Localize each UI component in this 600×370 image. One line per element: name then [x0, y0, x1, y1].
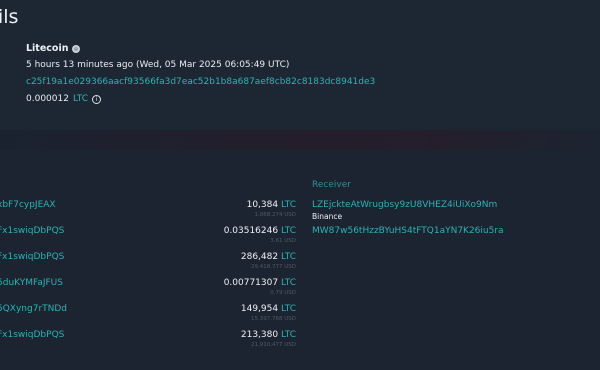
input-amount: 0.03516246 [223, 226, 279, 236]
receiver-address-link[interactable]: MW87w56tHzzBYuHS4tFTQ1aYN7K26iu5ra [312, 226, 504, 236]
sender-address-link[interactable]: 5QXyng7rTNDd [0, 304, 67, 314]
sender-address-link[interactable]: Fx1swiqDbPQS [0, 252, 64, 262]
input-value: 286,482 LTC 29,418,777 USD [241, 252, 296, 270]
input-unit: LTC [280, 200, 296, 210]
input-amount: 10,384 [246, 200, 279, 210]
coin-row: Litecoin [26, 43, 81, 54]
fee-unit: LTC [72, 94, 88, 104]
receiver-column-header: Receiver [312, 180, 351, 190]
sender-address-link[interactable]: 5duKYMFaJFUS [0, 278, 63, 288]
page-title: ils [0, 6, 19, 28]
input-amount: 0.00771307 [223, 278, 279, 288]
input-usd-value: 29,418,777 USD [251, 264, 296, 270]
input-unit: LTC [280, 330, 296, 340]
input-usd-value: 15,397,768 USD [251, 316, 296, 322]
receiver-address-link[interactable]: LZEjckteAtWrugbsy9zU8VHEZ4iUiXo9Nm [312, 200, 497, 210]
fee-amount: 0.000012 [26, 94, 69, 104]
transaction-hash-link[interactable]: c25f19a1e029366aacf93566fa3d7eac52b1b8a6… [26, 77, 375, 87]
fee-amount-row: 0.000012 LTC i [26, 94, 101, 104]
sender-address-link[interactable]: Fx1swiqDbPQS [0, 330, 64, 340]
input-value: 10,384 LTC 1,068,274 USD [247, 200, 296, 218]
input-usd-value: 1,068,274 USD [254, 212, 297, 218]
input-usd-value: 21,910,477 USD [251, 342, 296, 348]
coin-name: Litecoin [26, 43, 69, 54]
sender-address-link[interactable]: xbF7cypJEAX [0, 200, 56, 210]
input-value: 0.03516246 LTC 3.61 USD [224, 226, 296, 244]
input-usd-value: 0.79 USD [270, 290, 296, 296]
section-divider [0, 130, 600, 150]
sender-address-link[interactable]: Fx1swiqDbPQS [0, 226, 64, 236]
input-amount: 149,954 [240, 304, 279, 314]
input-unit: LTC [280, 226, 296, 236]
input-unit: LTC [280, 278, 296, 288]
transaction-time: 5 hours 13 minutes ago (Wed, 05 Mar 2025… [26, 60, 290, 70]
litecoin-icon [72, 44, 81, 53]
input-unit: LTC [280, 252, 296, 262]
info-icon[interactable]: i [91, 94, 101, 104]
input-amount: 213,380 [240, 330, 279, 340]
input-value: 149,954 LTC 15,397,768 USD [241, 304, 296, 322]
input-usd-value: 3.61 USD [270, 238, 296, 244]
input-amount: 286,482 [240, 252, 279, 262]
input-value: 0.00771307 LTC 0.79 USD [224, 278, 296, 296]
input-value: 213,380 LTC 21,910,477 USD [241, 330, 296, 348]
receiver-label: Binance [312, 212, 343, 221]
input-unit: LTC [280, 304, 296, 314]
